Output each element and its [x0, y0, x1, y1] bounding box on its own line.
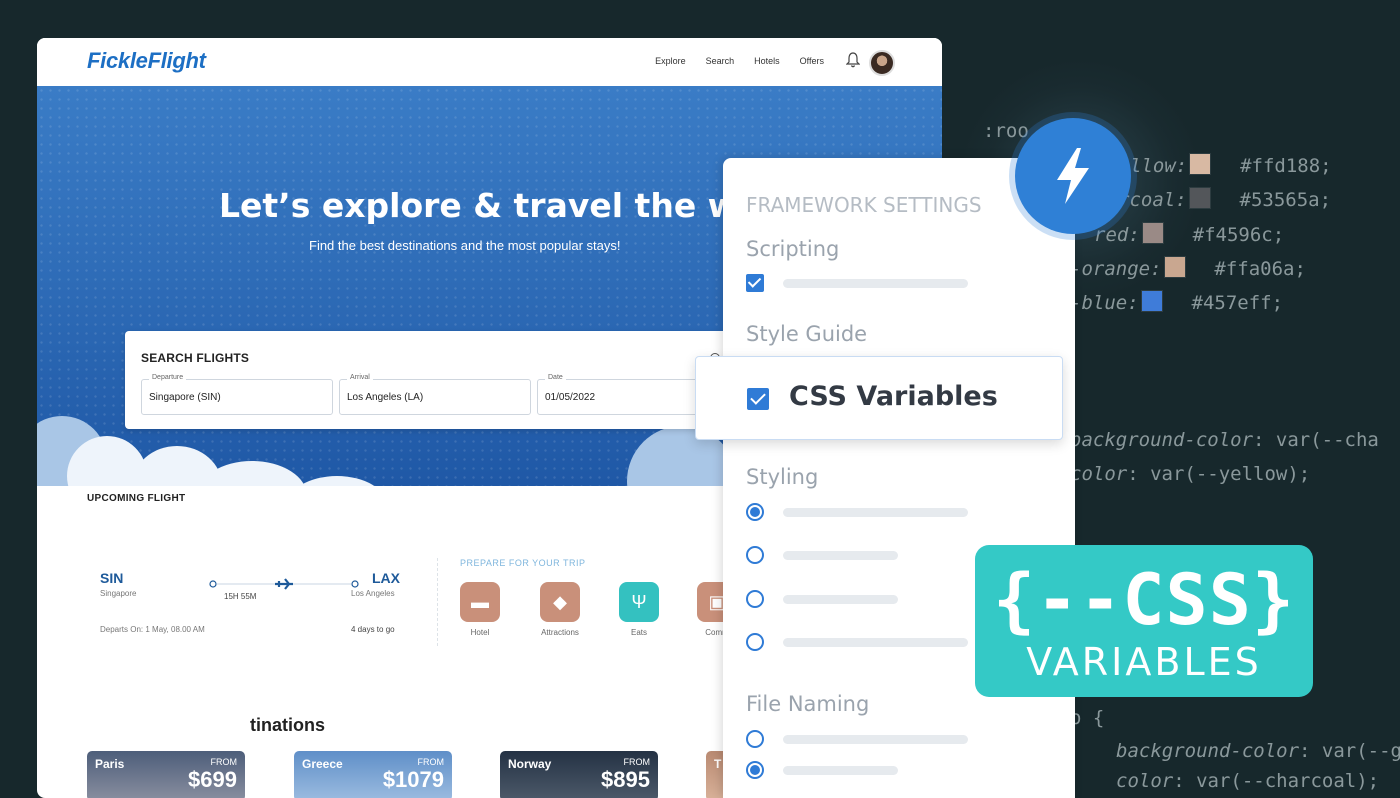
- top-nav: FickleFlight Explore Search Hotels Offer…: [37, 38, 942, 86]
- swatch-red: [1141, 222, 1164, 244]
- file-naming-radio-1[interactable]: [746, 730, 764, 748]
- logo[interactable]: FickleFlight: [87, 48, 206, 74]
- destination-card-norway[interactable]: Norway FROM $895: [500, 751, 658, 798]
- hero-subtitle: Find the best destinations and the most …: [309, 238, 621, 253]
- nav-offers[interactable]: Offers: [800, 56, 824, 66]
- css-variables-label: CSS Variables: [789, 381, 998, 412]
- code-rule2-open: o {: [1070, 707, 1105, 729]
- arrival-field[interactable]: Arrival Los Angeles (LA): [339, 374, 531, 415]
- upcoming-flight-title: UPCOMING FLIGHT: [87, 493, 186, 504]
- section-file-naming: File Naming: [746, 692, 870, 716]
- prepare-trip-title: PREPARE FOR YOUR TRIP: [460, 558, 586, 568]
- service-eats[interactable]: Ψ Eats: [609, 582, 669, 637]
- bell-icon[interactable]: [846, 52, 860, 68]
- badge-title: {--CSS}: [992, 559, 1295, 641]
- to-code: LAX: [372, 570, 400, 586]
- code-root: :roo: [983, 120, 1029, 142]
- code-var-orange: -orange: #ffa06a;: [1070, 256, 1306, 280]
- code-var-red: red: #f4596c;: [1094, 222, 1285, 246]
- section-styling: Styling: [746, 465, 819, 489]
- from-city: Singapore: [100, 589, 137, 598]
- upcoming-flight-card[interactable]: SIN Singapore 15H 55M LAX Los Angeles De…: [87, 563, 437, 673]
- flight-path: [209, 577, 359, 590]
- ticket-icon: ◆: [540, 582, 580, 622]
- cutlery-icon: Ψ: [619, 582, 659, 622]
- code-rule2-bg: background-color: var(--g: [1116, 740, 1400, 762]
- code-var-blue: -blue: #457eff;: [1070, 290, 1284, 314]
- option-placeholder: [783, 508, 968, 517]
- option-placeholder: [783, 766, 898, 775]
- code-var-yellow: llow: #ffd188;: [1130, 153, 1332, 177]
- depart-time: Departs On: 1 May, 08.00 AM: [100, 625, 205, 634]
- days-to-go: 4 days to go: [351, 625, 395, 634]
- option-placeholder: [783, 551, 898, 560]
- divider: [437, 558, 438, 646]
- styling-radio-2[interactable]: [746, 546, 764, 564]
- hero-title: Let’s explore & travel the wor: [219, 186, 778, 225]
- code-rule2-color: color: var(--charcoal);: [1116, 770, 1380, 792]
- css-variables-option[interactable]: CSS Variables: [695, 356, 1063, 440]
- scripting-checkbox[interactable]: [746, 274, 764, 292]
- code-rule1-color: color: var(--yellow);: [1070, 463, 1311, 485]
- lightning-icon: [1015, 118, 1131, 234]
- swatch-orange: [1163, 256, 1186, 278]
- option-placeholder: [783, 735, 968, 744]
- swatch-yellow: [1189, 153, 1212, 175]
- option-placeholder: [783, 595, 898, 604]
- nav-hotels[interactable]: Hotels: [754, 56, 780, 66]
- destinations-title: tinations: [250, 715, 325, 735]
- from-code: SIN: [100, 570, 124, 586]
- bed-icon: ▬: [460, 582, 500, 622]
- framework-settings-panel: FRAMEWORK SETTINGS Scripting Style Guide…: [723, 158, 1075, 798]
- avatar[interactable]: [869, 50, 895, 76]
- styling-radio-1[interactable]: [746, 503, 764, 521]
- swatch-blue: [1140, 290, 1163, 312]
- section-style-guide: Style Guide: [746, 322, 868, 346]
- styling-radio-3[interactable]: [746, 590, 764, 608]
- code-var-charcoal: rcoal: #53565a;: [1118, 187, 1332, 211]
- option-placeholder: [783, 638, 968, 647]
- nav-search[interactable]: Search: [706, 56, 735, 66]
- css-variables-checkbox[interactable]: [747, 388, 769, 410]
- swatch-charcoal: [1188, 187, 1211, 209]
- code-rule1-bg: background-color: var(--cha: [1070, 429, 1379, 451]
- panel-title: FRAMEWORK SETTINGS: [746, 193, 982, 217]
- badge-subtitle: VARIABLES: [1026, 640, 1262, 684]
- service-attractions[interactable]: ◆ Attractions: [530, 582, 590, 637]
- section-scripting: Scripting: [746, 237, 840, 261]
- departure-field[interactable]: Departure Singapore (SIN): [141, 374, 333, 415]
- nav-links: Explore Search Hotels Offers: [655, 56, 824, 66]
- nav-explore[interactable]: Explore: [655, 56, 686, 66]
- css-variables-badge: {--CSS} VARIABLES: [975, 545, 1313, 697]
- destination-card-greece[interactable]: Greece FROM $1079: [294, 751, 452, 798]
- search-flights-title: SEARCH FLIGHTS: [141, 351, 250, 365]
- styling-radio-4[interactable]: [746, 633, 764, 651]
- flight-duration: 15H 55M: [224, 592, 257, 601]
- destination-card-paris[interactable]: Paris FROM $699: [87, 751, 245, 798]
- service-hotel[interactable]: ▬ Hotel: [450, 582, 510, 637]
- file-naming-radio-2[interactable]: [746, 761, 764, 779]
- option-placeholder: [783, 279, 968, 288]
- to-city: Los Angeles: [351, 589, 395, 598]
